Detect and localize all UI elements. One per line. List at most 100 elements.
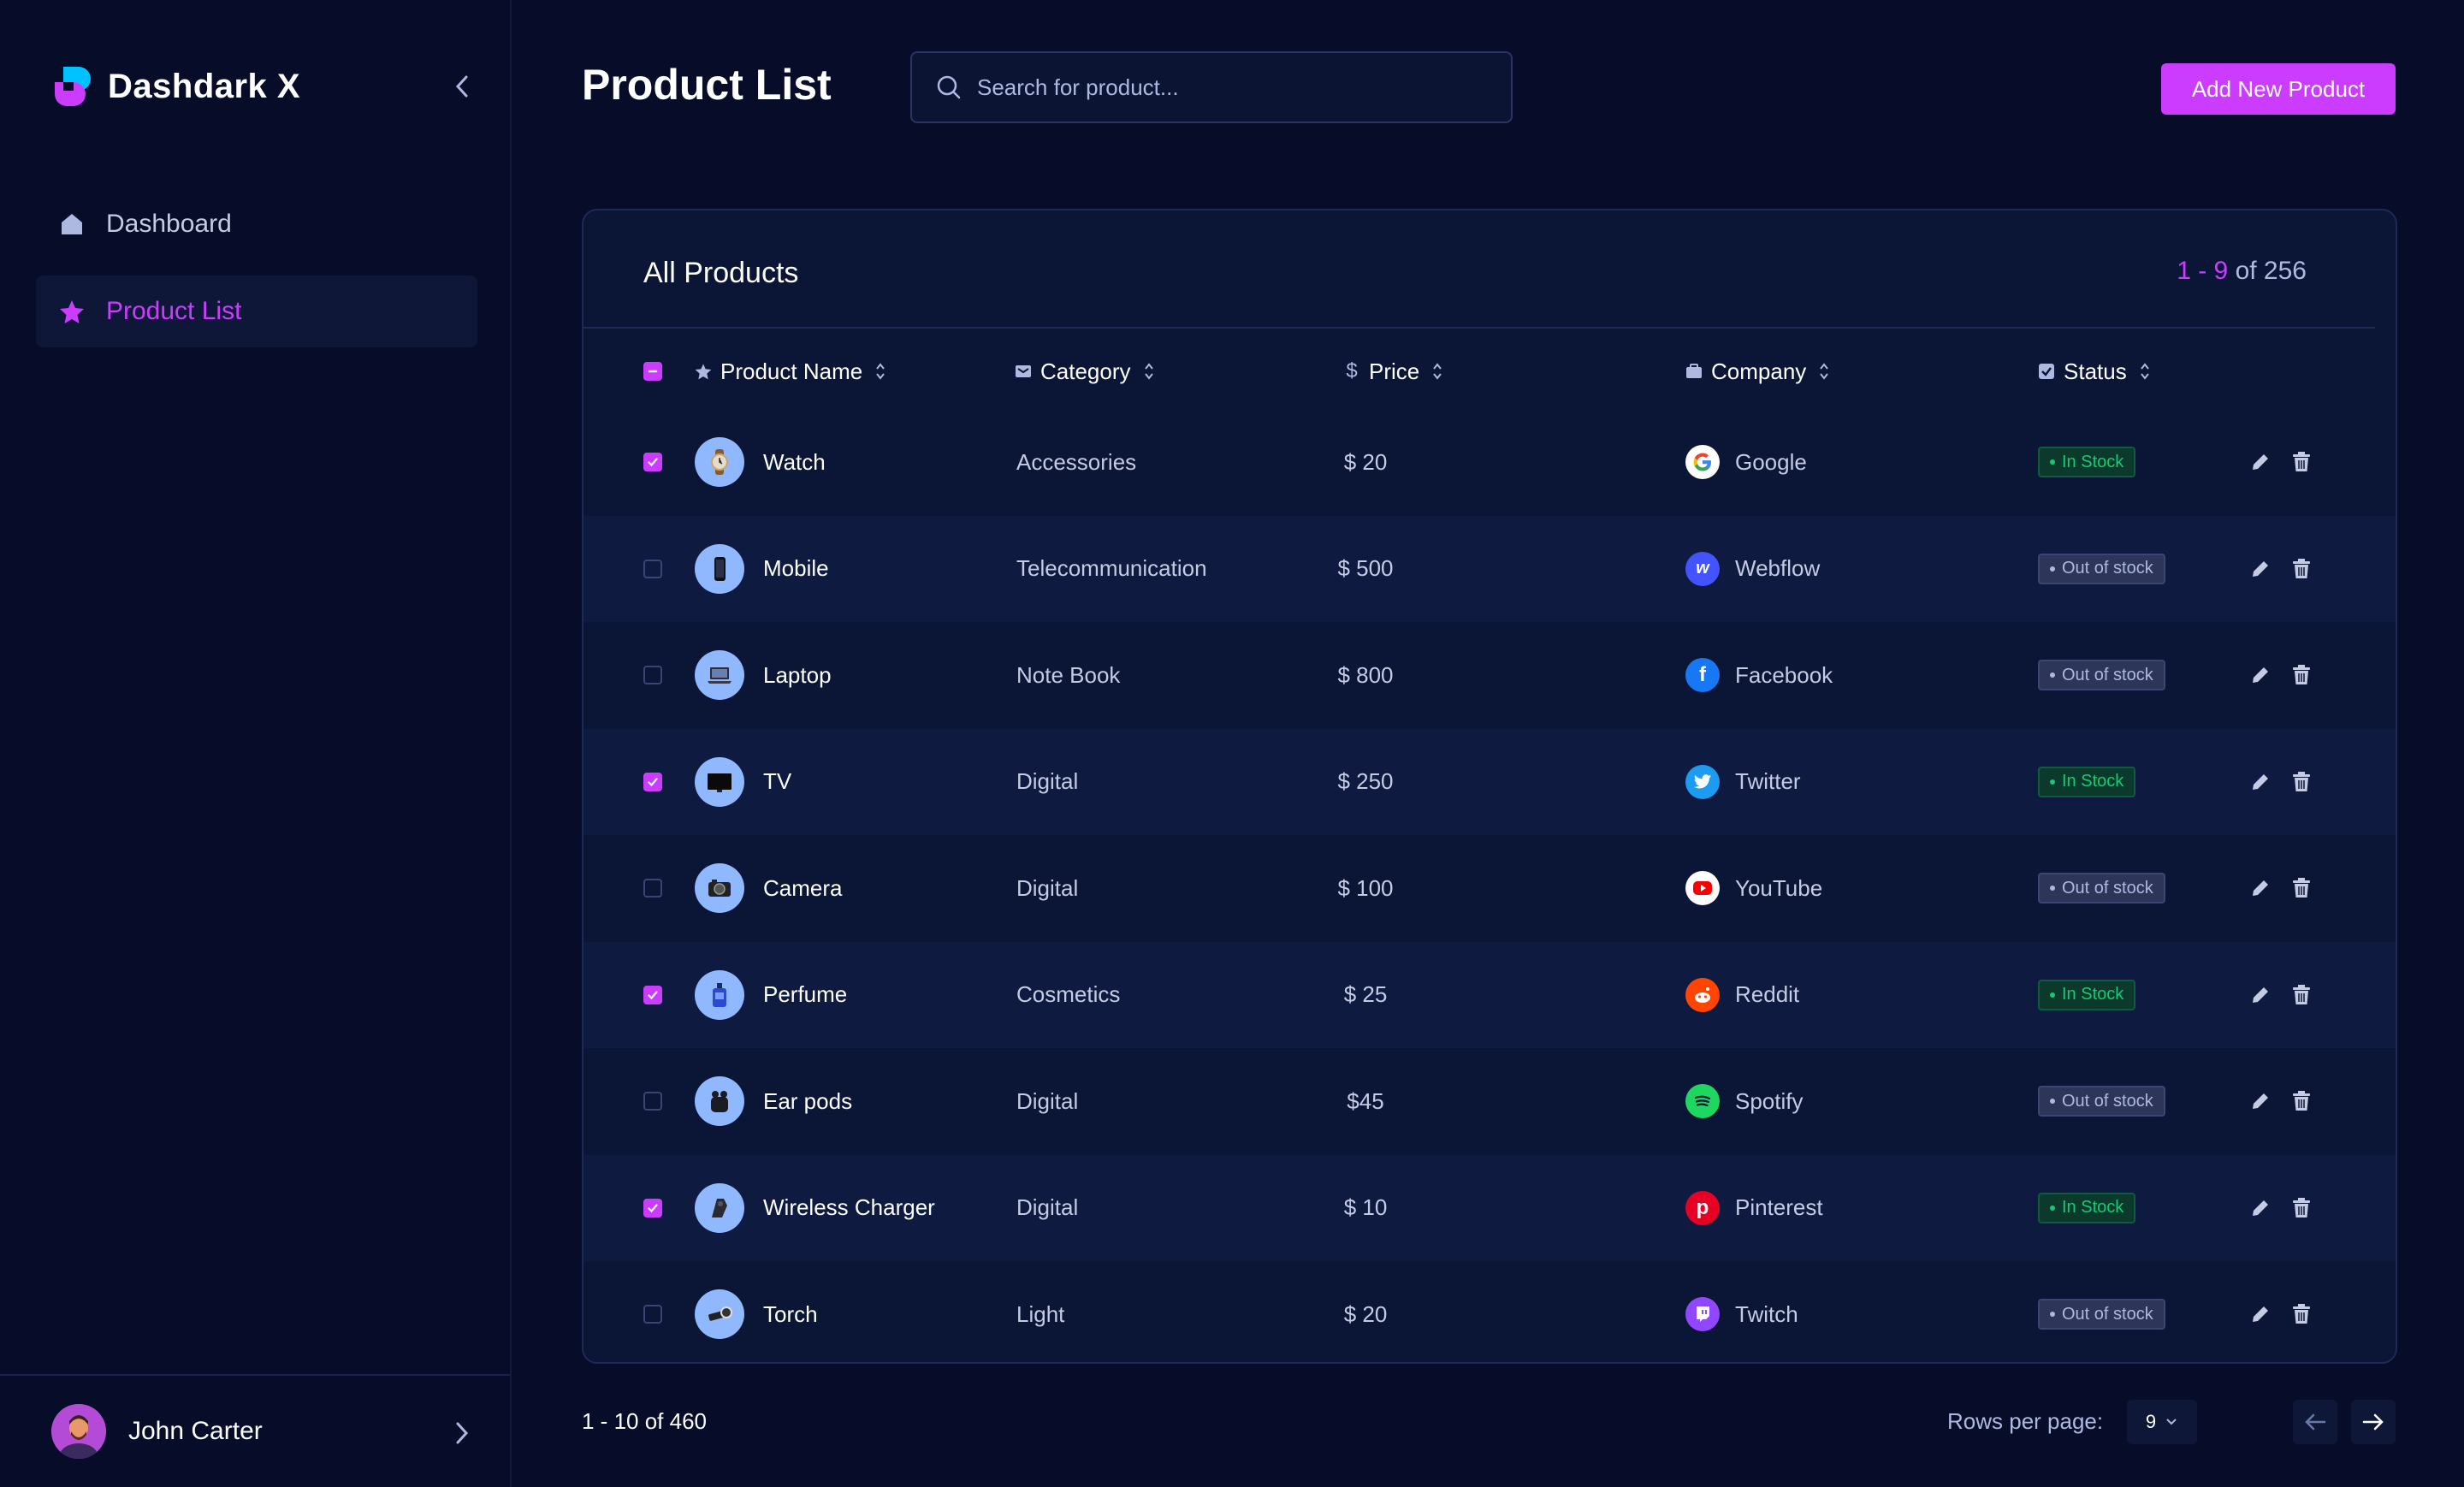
table-row[interactable]: TV Digital $ 250 Twitter In Stock (583, 728, 2396, 835)
column-header-category[interactable]: Category (1015, 356, 1155, 387)
trash-icon (2293, 771, 2310, 791)
sort-icon[interactable] (2139, 362, 2151, 381)
sort-icon[interactable] (874, 362, 886, 381)
delete-button[interactable] (2286, 873, 2317, 903)
sort-icon[interactable] (1431, 362, 1443, 381)
edit-button[interactable] (2245, 1086, 2276, 1117)
pencil-icon (2253, 773, 2268, 790)
products-card: All Products 1 - 9 of 256 Product Name C… (582, 209, 2397, 1364)
delete-button[interactable] (2286, 767, 2317, 797)
table-row[interactable]: Wireless Charger Digital $ 10 p Pinteres… (583, 1154, 2396, 1261)
row-checkbox[interactable] (643, 985, 662, 1004)
pencil-icon (2253, 1200, 2268, 1216)
row-checkbox[interactable] (643, 1305, 662, 1324)
select-all-checkbox[interactable] (643, 356, 662, 387)
search-icon (937, 75, 961, 99)
delete-button[interactable] (2286, 980, 2317, 1010)
column-header-company[interactable]: Company (1685, 356, 1830, 387)
next-page-button[interactable] (2351, 1400, 2396, 1444)
collapse-sidebar-button[interactable] (445, 67, 479, 106)
actions-cell (2245, 1048, 2317, 1154)
delete-button[interactable] (2286, 1193, 2317, 1223)
trash-icon (2293, 1091, 2310, 1111)
row-checkbox[interactable] (643, 666, 662, 684)
sidebar-item-label: Product List (106, 297, 242, 325)
delete-button[interactable] (2286, 554, 2317, 584)
trash-icon (2293, 878, 2310, 898)
add-new-product-button[interactable]: Add New Product (2161, 63, 2396, 115)
column-header-product-name[interactable]: Product Name (695, 356, 886, 387)
tv-icon (695, 756, 744, 807)
company-name: Twitter (1735, 768, 1801, 794)
rows-per-page-select[interactable]: 9 (2127, 1400, 2197, 1444)
table-row[interactable]: Ear pods Digital $45 Spotify Out of stoc… (583, 1048, 2396, 1154)
search-input[interactable] (977, 74, 1490, 101)
table-row[interactable]: Mobile Telecommunication $ 500 w Webflow… (583, 515, 2396, 622)
actions-cell (2245, 622, 2317, 728)
row-checkbox[interactable] (643, 772, 662, 791)
product-count: 1 - 9 of 256 (2177, 257, 2307, 286)
status-dot (2050, 886, 2055, 891)
status-cell: In Stock (2038, 1155, 2136, 1261)
actions-cell (2245, 835, 2317, 941)
category-cell: Digital (1016, 1194, 1079, 1220)
company-cell: YouTube (1685, 835, 1822, 941)
star-icon (695, 363, 712, 380)
category-cell: Digital (1016, 874, 1079, 901)
edit-button[interactable] (2245, 767, 2276, 797)
edit-button[interactable] (2245, 873, 2276, 903)
count-total: of 256 (2235, 257, 2307, 285)
column-label: Price (1369, 358, 1420, 384)
status-dot (2050, 672, 2055, 678)
pencil-icon (2253, 1093, 2268, 1109)
sidebar-item-product-list[interactable]: Product List (36, 275, 477, 347)
edit-button[interactable] (2245, 447, 2276, 477)
company-cell: w Webflow (1685, 516, 1820, 622)
row-checkbox-cell (643, 516, 662, 622)
table-row[interactable]: Torch Light $ 20 Twitch Out of stock (583, 1261, 2396, 1362)
actions-cell (2245, 1155, 2317, 1261)
status-dot (2050, 1312, 2055, 1317)
status-label: Out of stock (2062, 1091, 2153, 1111)
edit-button[interactable] (2245, 1193, 2276, 1223)
delete-button[interactable] (2286, 1299, 2317, 1330)
watch-icon (695, 437, 744, 487)
count-range: 1 - 9 (2177, 257, 2229, 285)
sort-icon[interactable] (1143, 362, 1155, 381)
previous-page-button[interactable] (2293, 1400, 2337, 1444)
table-row[interactable]: Watch Accessories $ 20 Google In Stock (583, 409, 2396, 515)
camera-icon (695, 863, 744, 913)
delete-button[interactable] (2286, 1086, 2317, 1117)
sidebar-item-label: Dashboard (106, 210, 232, 238)
sort-icon[interactable] (1818, 362, 1830, 381)
status-badge: Out of stock (2038, 553, 2165, 584)
row-checkbox[interactable] (643, 453, 662, 471)
user-profile[interactable]: John Carter (0, 1374, 510, 1487)
row-checkbox[interactable] (643, 879, 662, 898)
user-menu-button[interactable] (445, 1413, 479, 1453)
sidebar-item-dashboard[interactable]: Dashboard (36, 188, 477, 260)
edit-button[interactable] (2245, 660, 2276, 690)
row-checkbox[interactable] (643, 1092, 662, 1111)
edit-button[interactable] (2245, 1299, 2276, 1330)
table-row[interactable]: Perfume Cosmetics $ 25 Reddit In Stock (583, 941, 2396, 1048)
row-checkbox[interactable] (643, 559, 662, 578)
delete-button[interactable] (2286, 447, 2317, 477)
avatar (51, 1404, 106, 1459)
status-label: Out of stock (2062, 559, 2153, 578)
column-header-price[interactable]: $ Price (1343, 356, 1443, 387)
column-header-status[interactable]: Status (2038, 356, 2151, 387)
status-badge: Out of stock (2038, 1086, 2165, 1117)
delete-button[interactable] (2286, 660, 2317, 690)
app-logo[interactable]: Dashdark X (51, 63, 300, 110)
row-checkbox[interactable] (643, 1198, 662, 1217)
table-row[interactable]: Laptop Note Book $ 800 f Facebook Out of… (583, 622, 2396, 728)
checkbox-indeterminate[interactable] (643, 362, 662, 381)
product-cell: Wireless Charger (695, 1155, 935, 1261)
edit-button[interactable] (2245, 554, 2276, 584)
trash-icon (2293, 558, 2310, 578)
check-square-icon (2038, 363, 2055, 380)
edit-button[interactable] (2245, 980, 2276, 1010)
search-box[interactable] (910, 51, 1513, 123)
table-row[interactable]: Camera Digital $ 100 YouTube Out of stoc… (583, 835, 2396, 941)
